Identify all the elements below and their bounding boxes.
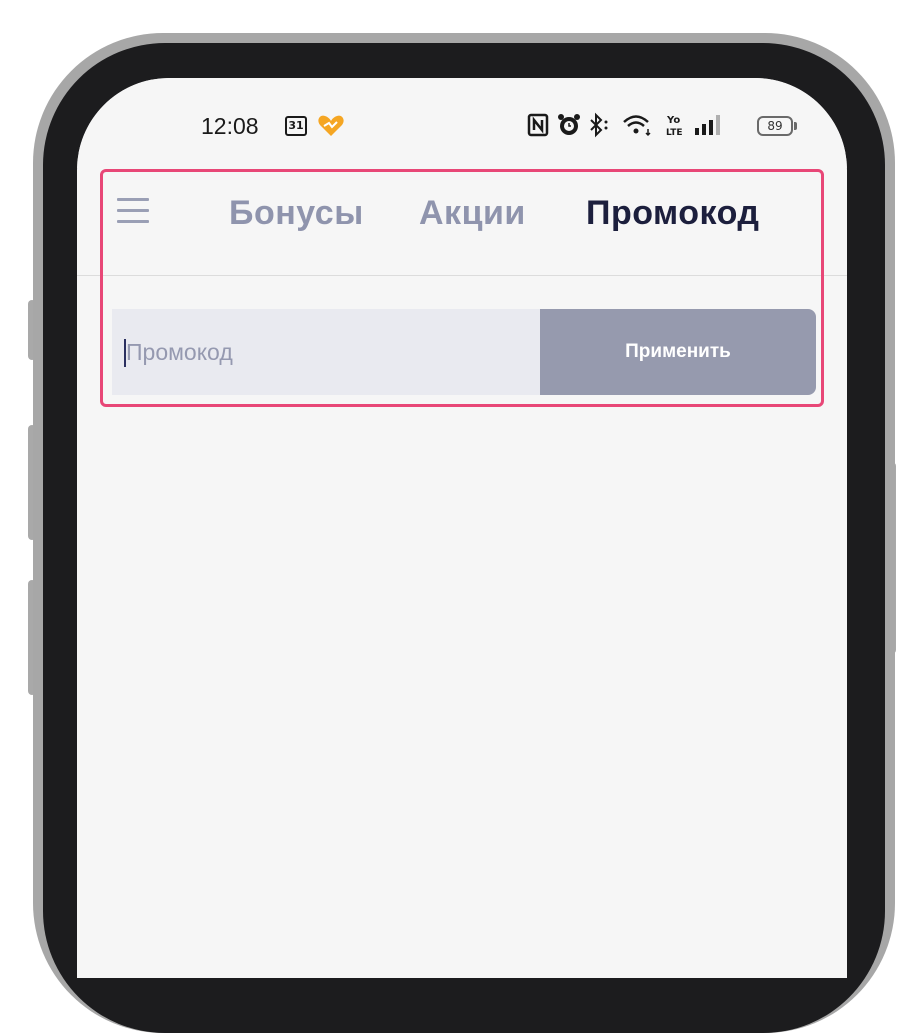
battery-icon: 89 <box>757 116 793 136</box>
calendar-icon: 31 <box>285 116 307 136</box>
battery-tip <box>794 122 797 130</box>
nfc-icon <box>527 113 549 137</box>
wifi-icon <box>623 115 651 137</box>
svg-text:LTE: LTE <box>666 128 683 138</box>
volte-icon: Yo LTE <box>666 115 683 138</box>
svg-text:Yo: Yo <box>666 115 680 126</box>
alarm-icon <box>558 114 580 135</box>
bluetooth-icon <box>590 112 608 138</box>
highlight-frame <box>100 169 824 407</box>
signal-icon <box>695 115 720 135</box>
heart-icon <box>318 115 344 136</box>
status-bar: 12:08 31 Yo LTE 89 <box>77 78 847 168</box>
status-time: 12:08 <box>201 113 259 139</box>
